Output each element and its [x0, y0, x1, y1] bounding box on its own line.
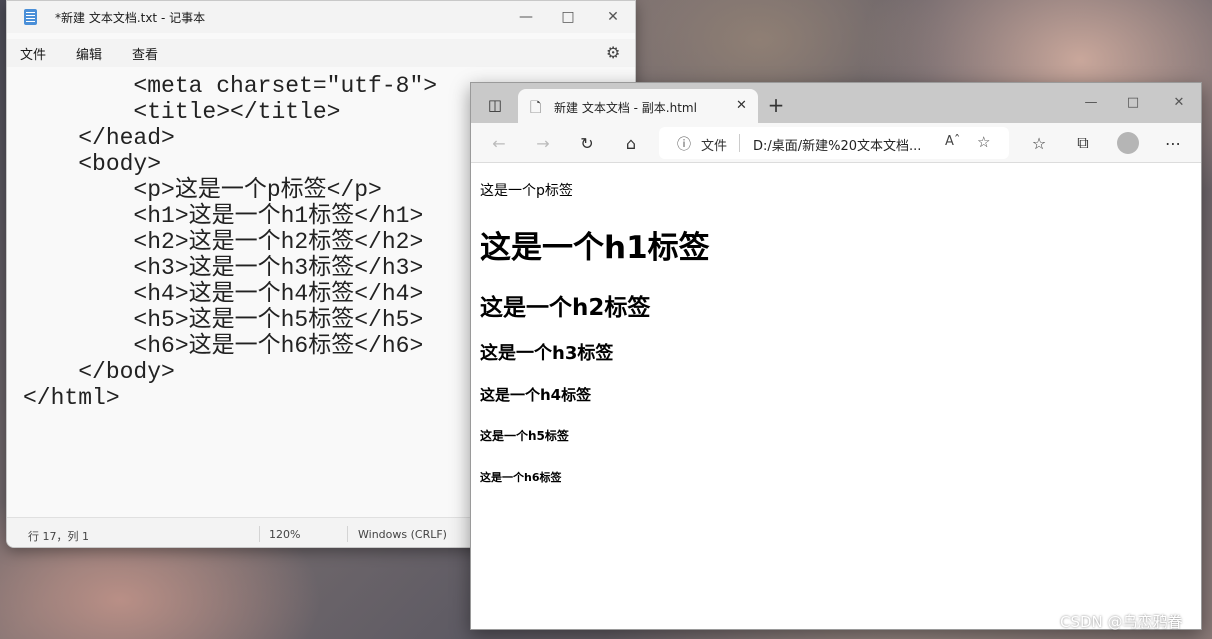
- browser-tabstrip: ◫ 🗋 新建 文本文档 - 副本.html ✕ + — □ ✕: [471, 83, 1201, 123]
- notepad-app-icon: [24, 9, 37, 25]
- forward-arrow-icon[interactable]: →: [531, 131, 555, 155]
- status-eol: Windows (CRLF): [358, 528, 447, 541]
- status-divider: [347, 526, 348, 542]
- home-icon[interactable]: ⌂: [619, 131, 643, 155]
- rendered-h2: 这是一个h2标签: [480, 295, 651, 321]
- close-icon[interactable]: ✕: [601, 5, 625, 29]
- address-scheme-label: 文件: [701, 139, 728, 154]
- address-url: D:/桌面/新建%20文本文档...: [753, 139, 922, 154]
- read-aloud-icon[interactable]: Aˆ: [945, 134, 960, 149]
- rendered-h1: 这是一个h1标签: [480, 230, 710, 266]
- address-bar[interactable]: ⓘ 文件 D:/桌面/新建%20文本文档... Aˆ ☆: [659, 127, 1009, 159]
- tab-actions-icon[interactable]: ◫: [483, 93, 507, 117]
- menu-file[interactable]: 文件: [20, 44, 46, 63]
- rendered-h6: 这是一个h6标签: [480, 471, 562, 484]
- info-icon[interactable]: ⓘ: [677, 134, 691, 154]
- maximize-icon[interactable]: □: [556, 5, 580, 29]
- back-arrow-icon[interactable]: ←: [487, 131, 511, 155]
- profile-avatar-icon[interactable]: [1116, 131, 1140, 155]
- notepad-title: *新建 文本文档.txt - 记事本: [55, 11, 206, 25]
- status-position: 行 17，列 1: [28, 530, 89, 543]
- browser-tab-active[interactable]: 🗋 新建 文本文档 - 副本.html ✕: [518, 89, 758, 123]
- new-tab-icon[interactable]: +: [764, 93, 788, 117]
- tab-close-icon[interactable]: ✕: [736, 98, 747, 113]
- rendered-h3: 这是一个h3标签: [480, 343, 614, 364]
- status-zoom: 120%: [269, 528, 301, 541]
- page-icon: 🗋: [530, 100, 542, 116]
- maximize-icon[interactable]: □: [1121, 90, 1145, 114]
- close-icon[interactable]: ✕: [1167, 90, 1191, 114]
- rendered-h5: 这是一个h5标签: [480, 429, 569, 443]
- notepad-titlebar[interactable]: *新建 文本文档.txt - 记事本 — □ ✕: [7, 1, 635, 33]
- settings-gear-icon[interactable]: ⚙: [606, 43, 620, 62]
- rendered-p: 这是一个p标签: [480, 183, 573, 199]
- favorites-icon[interactable]: ☆: [1027, 131, 1051, 155]
- refresh-icon[interactable]: ↻: [575, 131, 599, 155]
- favorite-star-icon[interactable]: ☆: [977, 133, 990, 151]
- address-divider: [739, 134, 740, 152]
- notepad-menubar: 文件 编辑 查看 ⚙: [7, 39, 635, 67]
- menu-view[interactable]: 查看: [132, 44, 158, 63]
- page-content: 这是一个p标签 这是一个h1标签 这是一个h2标签 这是一个h3标签 这是一个h…: [471, 164, 1201, 629]
- collections-icon[interactable]: ⧉: [1071, 131, 1095, 155]
- tab-title: 新建 文本文档 - 副本.html: [554, 101, 697, 115]
- menu-edit[interactable]: 编辑: [76, 44, 102, 63]
- more-menu-icon[interactable]: ⋯: [1161, 131, 1185, 155]
- browser-window: ◫ 🗋 新建 文本文档 - 副本.html ✕ + — □ ✕ ← → ↻ ⌂ …: [470, 82, 1202, 630]
- minimize-icon[interactable]: —: [1079, 90, 1103, 114]
- browser-toolbar: ← → ↻ ⌂ ⓘ 文件 D:/桌面/新建%20文本文档... Aˆ ☆ ☆ ⧉…: [471, 123, 1201, 163]
- watermark: CSDN @乌恋鸦眷: [1060, 613, 1183, 631]
- status-divider: [259, 526, 260, 542]
- rendered-h4: 这是一个h4标签: [480, 386, 592, 404]
- minimize-icon[interactable]: —: [514, 5, 538, 29]
